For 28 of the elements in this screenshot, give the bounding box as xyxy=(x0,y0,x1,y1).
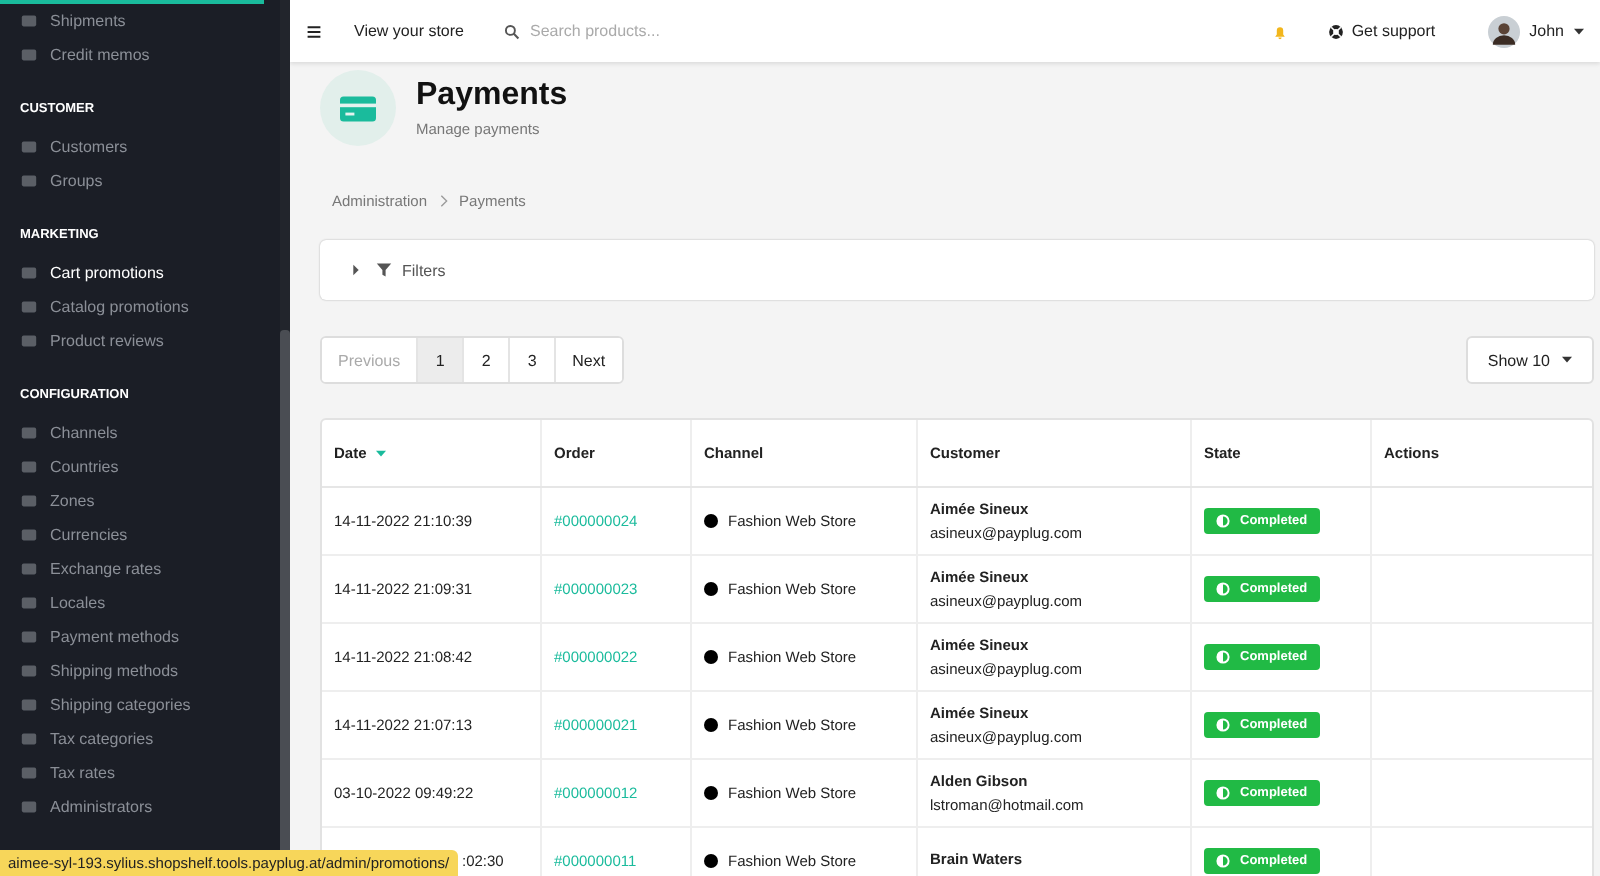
caret-icon xyxy=(1574,27,1584,35)
half-circle-icon xyxy=(1216,718,1230,732)
page-button[interactable]: 1 xyxy=(418,338,465,382)
avatar-icon xyxy=(1487,15,1520,47)
card-icon xyxy=(320,70,396,146)
caret-icon xyxy=(1562,356,1572,364)
lifebuoy-icon xyxy=(1327,23,1344,39)
channel-dot xyxy=(704,786,718,800)
half-circle-icon xyxy=(1216,650,1230,664)
filters-panel[interactable]: Filters xyxy=(320,240,1594,300)
filters-label: Filters xyxy=(402,261,446,279)
channel-dot xyxy=(704,854,718,868)
support-link[interactable]: Get support xyxy=(1327,22,1436,40)
page-title: Payments xyxy=(416,78,568,114)
store-link[interactable]: View your store xyxy=(354,22,464,40)
search-icon xyxy=(504,23,520,39)
user-menu[interactable]: John xyxy=(1487,15,1584,47)
half-circle-icon xyxy=(1216,854,1230,868)
chevron-icon xyxy=(439,194,448,208)
half-circle-icon xyxy=(1216,582,1230,596)
channel-dot xyxy=(704,650,718,664)
channel-dot xyxy=(704,718,718,732)
channel-dot xyxy=(704,582,718,596)
half-circle-icon xyxy=(1216,786,1230,800)
page-size-dropdown[interactable]: Show 10 xyxy=(1465,336,1594,384)
filter-icon xyxy=(376,262,392,278)
channel-dot xyxy=(704,514,718,528)
half-circle-icon xyxy=(1216,514,1230,528)
